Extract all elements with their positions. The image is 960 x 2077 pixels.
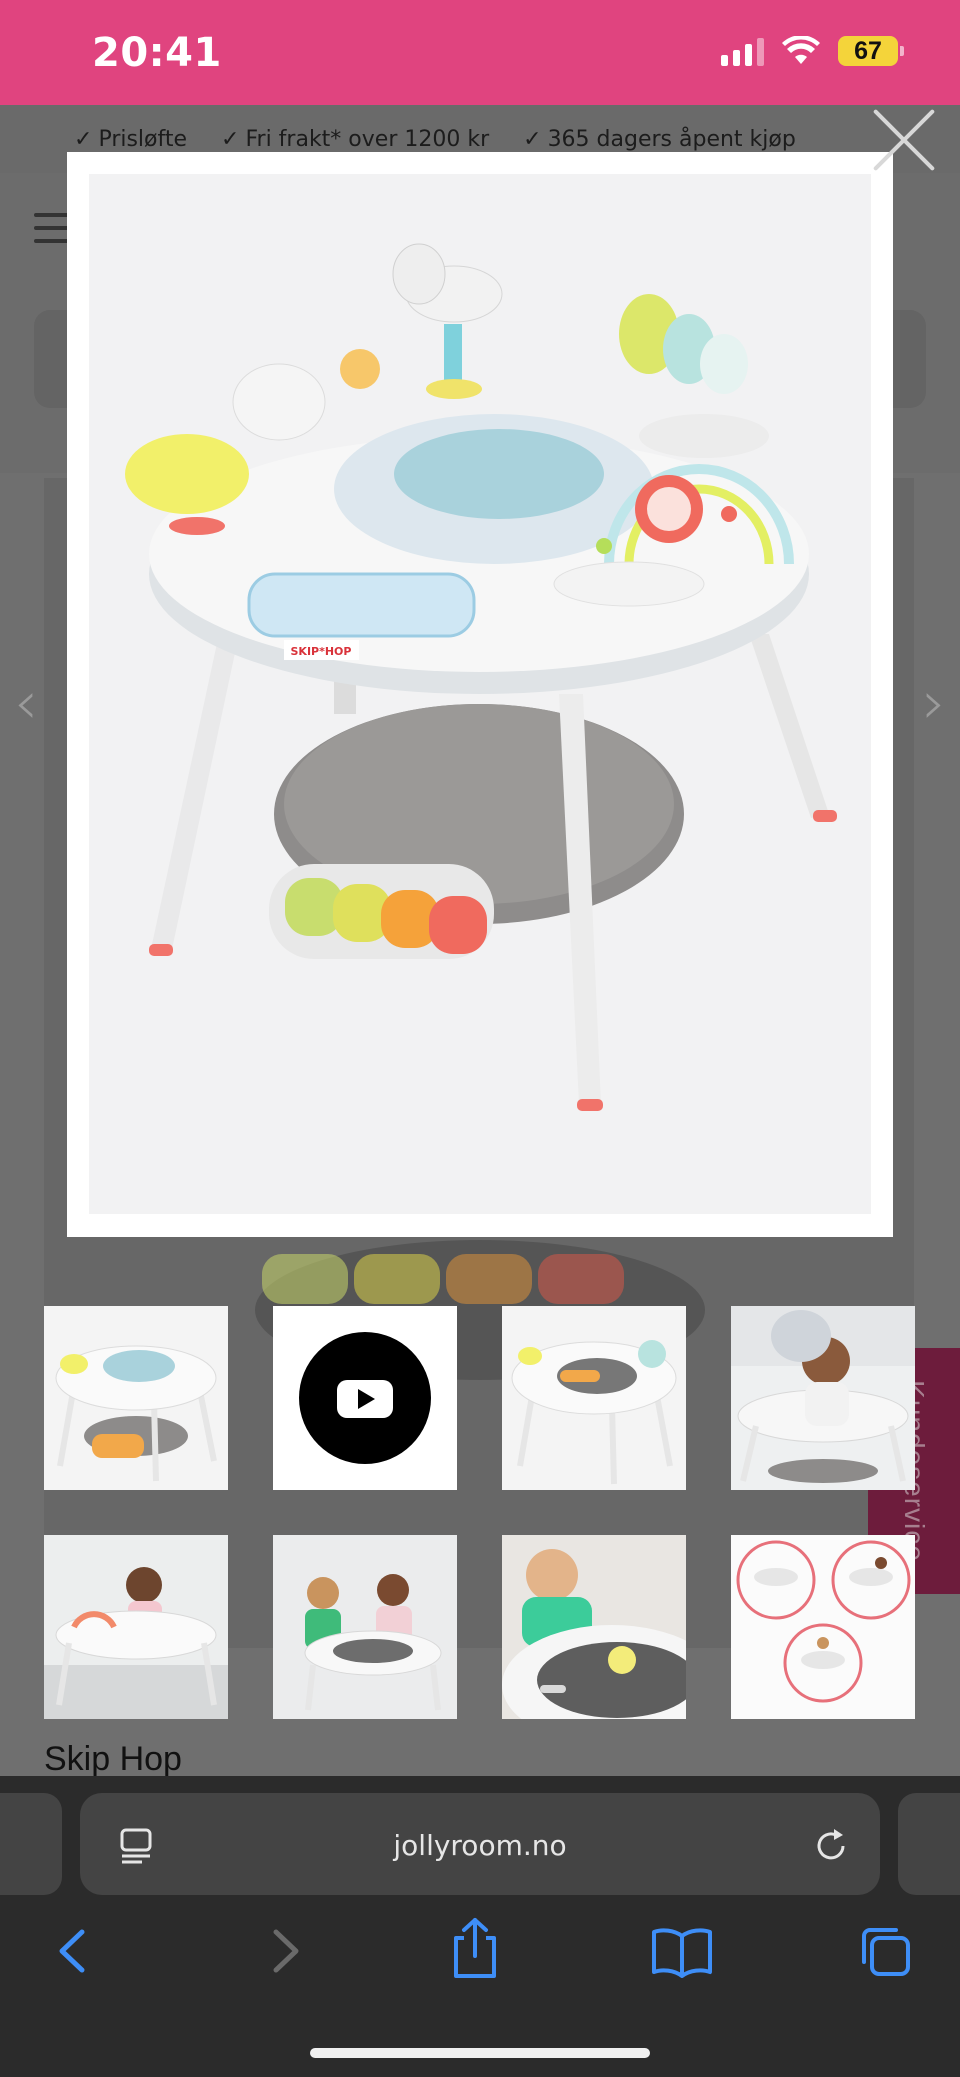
thumbnail-stages-diagram [731, 1535, 915, 1719]
modal-product-image: SKIP*HOP [89, 174, 871, 1214]
previous-tab-peek[interactable] [0, 1793, 62, 1895]
cellular-signal-icon [721, 36, 764, 66]
usp-item: ✓ Prisløfte [74, 127, 187, 152]
share-icon[interactable] [446, 1916, 504, 1980]
url-text: jollyroom.no [393, 1829, 567, 1862]
status-bar: 20:41 67 [0, 0, 960, 105]
menu-icon [34, 213, 70, 243]
activity-center-illustration: SKIP*HOP [125, 243, 837, 1111]
thumbnail-3[interactable] [502, 1306, 686, 1490]
usp-label: Fri frakt* over 1200 kr [245, 126, 490, 152]
address-bar[interactable]: jollyroom.no [80, 1793, 880, 1895]
forward-icon[interactable] [254, 1924, 312, 1978]
thumbnail-toddler-photo [44, 1535, 228, 1719]
thumbnail-product-image [44, 1306, 228, 1490]
battery-level: 67 [854, 36, 882, 65]
status-icons: 67 [721, 36, 904, 66]
thumbnail-5[interactable] [44, 1535, 228, 1719]
usp-label: 365 dagers åpent kjøp [547, 126, 796, 152]
status-time: 20:41 [92, 30, 222, 76]
bookmarks-icon[interactable] [650, 1924, 714, 1978]
thumbnail-1[interactable] [44, 1306, 228, 1490]
thumbnail-4[interactable] [731, 1306, 915, 1490]
thumbnail-video[interactable] [273, 1306, 457, 1490]
image-modal: SKIP*HOP [67, 152, 893, 1237]
reload-icon[interactable] [812, 1826, 850, 1864]
thumbnail-product-image [502, 1306, 686, 1490]
youtube-play-icon [273, 1306, 457, 1490]
thumbnail-7[interactable] [502, 1535, 686, 1719]
background-piano-keys [262, 1254, 624, 1304]
check-icon: ✓ [221, 126, 240, 152]
thumbnail-8[interactable] [731, 1535, 915, 1719]
next-tab-peek[interactable] [898, 1793, 960, 1895]
check-icon: ✓ [74, 126, 93, 152]
check-icon: ✓ [523, 126, 542, 152]
gallery-next-icon[interactable]: › [922, 668, 946, 738]
battery-icon: 67 [838, 36, 904, 66]
close-icon[interactable] [868, 104, 940, 176]
thumbnail-6[interactable] [273, 1535, 457, 1719]
gallery-prev-icon[interactable]: ‹ [14, 668, 38, 738]
thumbnail-baby-photo [731, 1306, 915, 1490]
product-brand: Skip Hop [44, 1740, 182, 1778]
usp-item: ✓ Fri frakt* over 1200 kr [221, 127, 489, 152]
usp-item: ✓ 365 dagers åpent kjøp [523, 127, 796, 152]
svg-text:SKIP*HOP: SKIP*HOP [291, 645, 352, 658]
usp-label: Prisløfte [98, 126, 188, 152]
wifi-icon [782, 36, 820, 64]
thumbnail-two-kids-photo [273, 1535, 457, 1719]
back-icon[interactable] [46, 1924, 104, 1978]
thumbnail-drawing-photo [502, 1535, 686, 1719]
tabs-icon[interactable] [856, 1924, 914, 1978]
home-indicator[interactable] [310, 2048, 650, 2058]
